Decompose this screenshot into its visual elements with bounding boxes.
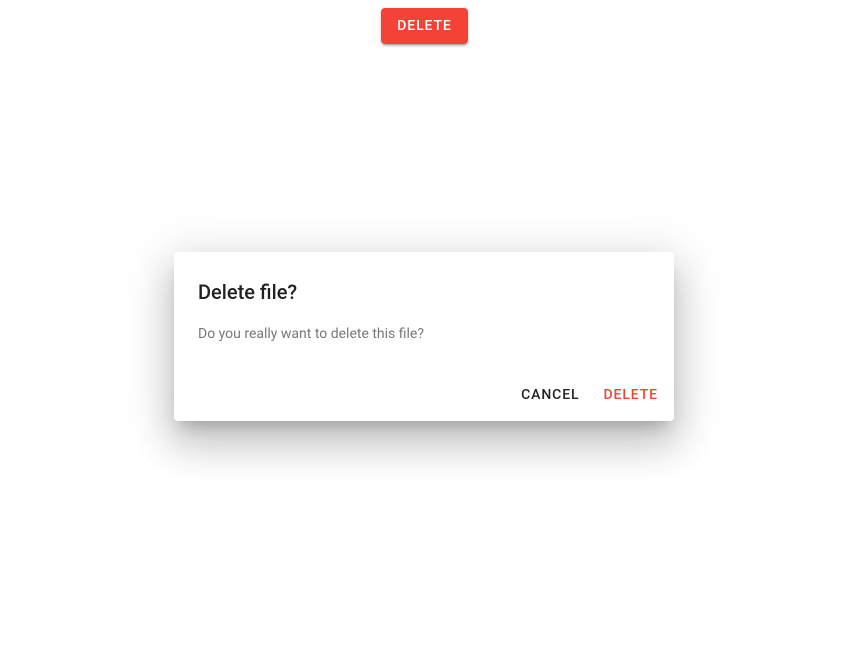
dialog-title: Delete file? <box>174 252 674 308</box>
confirm-dialog: Delete file? Do you really want to delet… <box>174 252 674 421</box>
cancel-button[interactable]: Cancel <box>513 377 587 413</box>
confirm-delete-button[interactable]: Delete <box>596 377 667 413</box>
top-button-container: Delete <box>0 8 849 44</box>
delete-button[interactable]: Delete <box>381 8 468 44</box>
dialog-message: Do you really want to delete this file? <box>174 308 674 369</box>
dialog-actions: Cancel Delete <box>174 369 674 421</box>
